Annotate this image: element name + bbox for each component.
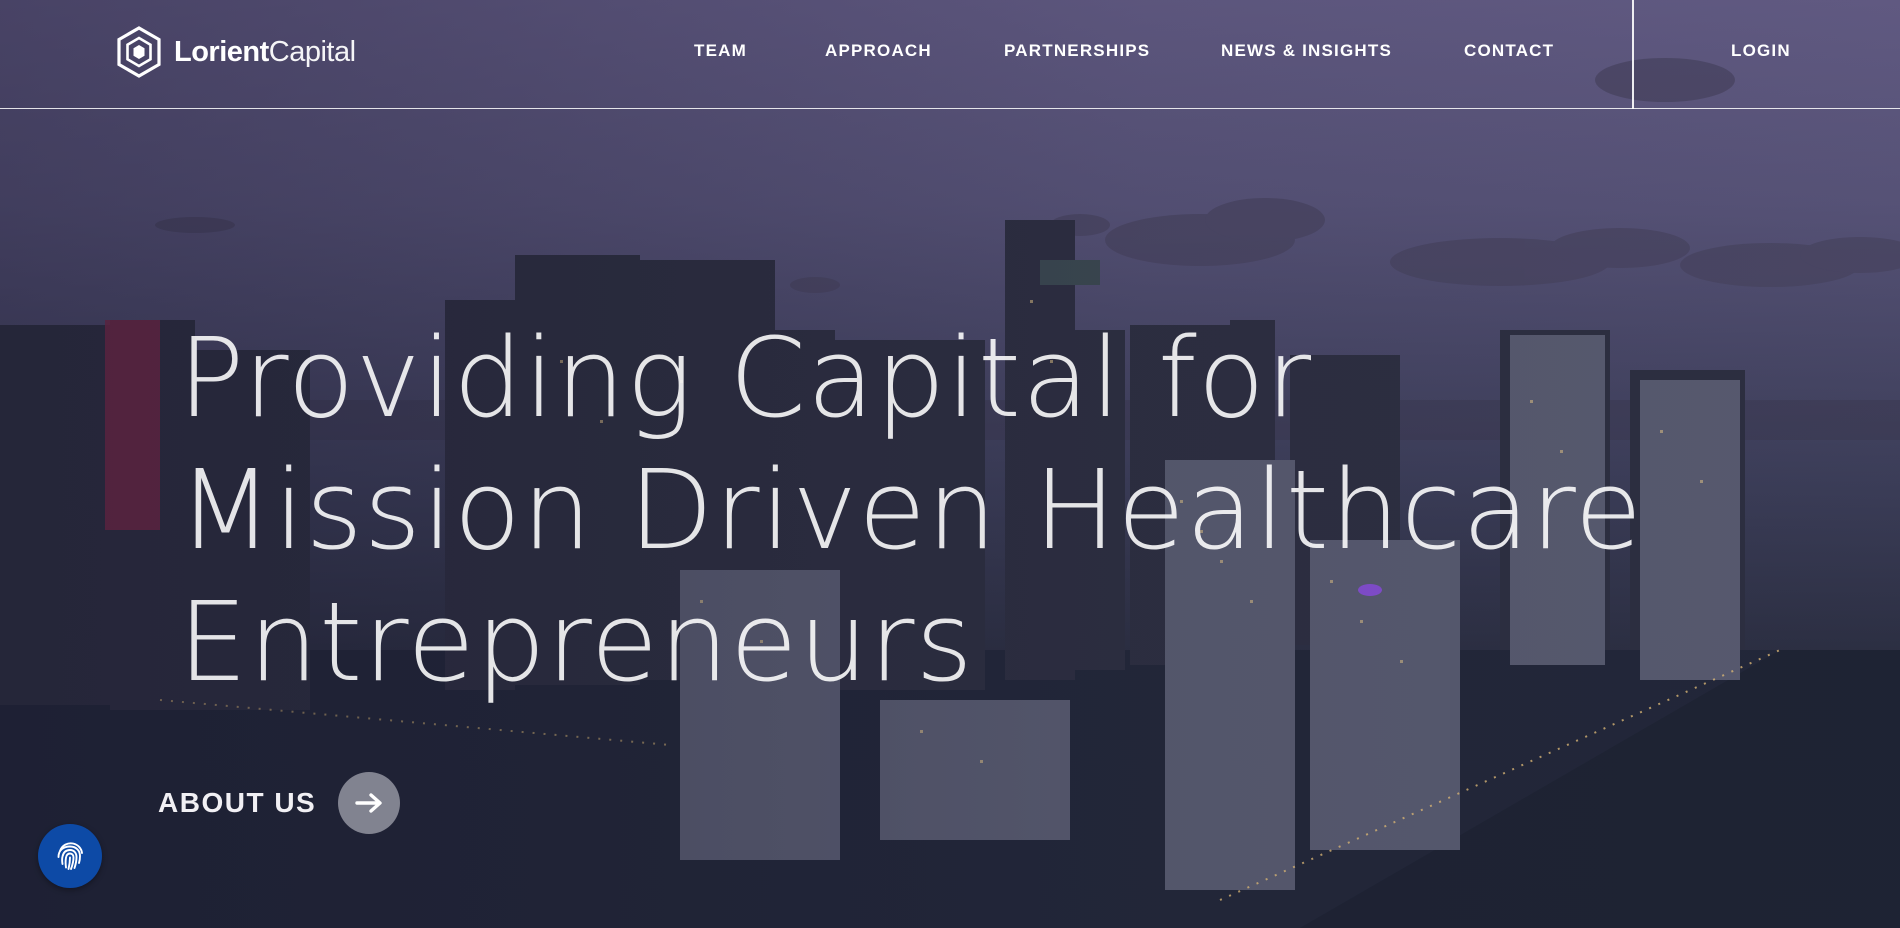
site-header: LorientCapital TEAM APPROACH PARTNERSHIP… xyxy=(0,0,1900,109)
arrow-right-icon xyxy=(355,793,382,813)
headline-line-1: Providing Capital for xyxy=(178,314,1313,442)
hero-headline: Providing Capital for Mission Driven Hea… xyxy=(178,312,1643,708)
login-link[interactable]: LOGIN xyxy=(1731,0,1791,102)
fingerprint-icon xyxy=(57,842,83,870)
nav-item-approach[interactable]: APPROACH xyxy=(825,0,932,102)
hero-section: LorientCapital TEAM APPROACH PARTNERSHIP… xyxy=(0,0,1900,928)
headline-line-3: Entrepreneurs xyxy=(178,578,974,706)
nav-item-contact[interactable]: CONTACT xyxy=(1464,0,1554,102)
accessibility-widget-button[interactable] xyxy=(38,824,102,888)
about-us-button[interactable]: ABOUT US xyxy=(158,772,401,834)
main-nav: TEAM APPROACH PARTNERSHIPS NEWS & INSIGH… xyxy=(0,0,1900,109)
nav-item-news-insights[interactable]: NEWS & INSIGHTS xyxy=(1221,0,1392,102)
nav-item-team[interactable]: TEAM xyxy=(694,0,747,102)
headline-line-2: Mission Driven Healthcare xyxy=(178,446,1644,574)
nav-item-partnerships[interactable]: PARTNERSHIPS xyxy=(1004,0,1150,102)
about-us-arrow-button[interactable] xyxy=(338,772,401,834)
about-us-label: ABOUT US xyxy=(158,787,317,818)
nav-divider xyxy=(1632,0,1634,109)
